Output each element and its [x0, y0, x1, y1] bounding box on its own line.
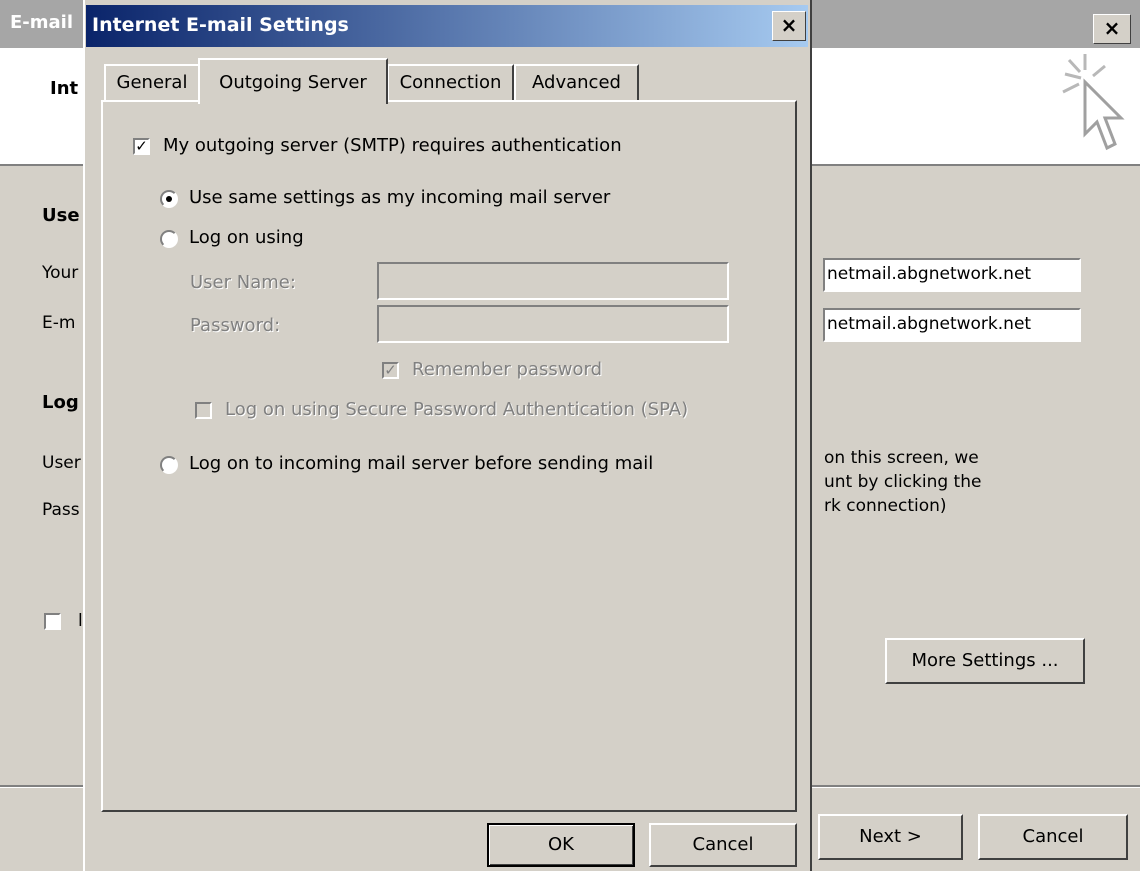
requires-authentication-label: My outgoing server (SMTP) requires authe… — [163, 135, 622, 156]
test-settings-line: on this screen, we — [824, 448, 979, 468]
spa-checkbox[interactable] — [195, 402, 212, 419]
background-checkbox[interactable] — [44, 613, 61, 630]
test-settings-line: unt by clicking the — [824, 472, 982, 492]
your-name-label: Your — [42, 263, 79, 283]
log-on-using-radio[interactable] — [160, 230, 178, 248]
outgoing-server-field[interactable]: netmail.abgnetwork.net — [823, 308, 1081, 342]
test-settings-line: rk connection) — [824, 496, 947, 516]
tab-outgoing-server[interactable]: Outgoing Server — [198, 58, 388, 104]
spa-label: Log on using Secure Password Authenticat… — [225, 399, 689, 420]
remember-password-checkbox[interactable]: ✓ — [382, 362, 399, 379]
password-label: Password: — [190, 315, 281, 336]
user-name-input[interactable] — [377, 262, 729, 300]
requires-authentication-checkbox[interactable]: ✓ — [133, 138, 150, 155]
email-address-label: E-m — [42, 313, 76, 333]
incoming-server-field[interactable]: netmail.abgnetwork.net — [823, 258, 1081, 292]
background-user-name-label: User — [42, 453, 81, 473]
dialog-title: Internet E-mail Settings — [92, 14, 349, 36]
tab-advanced[interactable]: Advanced — [514, 64, 639, 101]
tab-connection[interactable]: Connection — [387, 64, 514, 101]
logon-information-heading: Log — [42, 392, 79, 413]
ok-button[interactable]: OK — [487, 823, 635, 867]
wizard-cursor-icon — [1062, 54, 1125, 151]
tab-general[interactable]: General — [104, 64, 200, 101]
log-on-incoming-first-label: Log on to incoming mail server before se… — [189, 453, 654, 474]
next-button[interactable]: Next > — [818, 814, 963, 860]
log-on-incoming-first-radio[interactable] — [160, 456, 178, 474]
remember-password-label: Remember password — [412, 359, 602, 380]
same-settings-radio[interactable] — [160, 190, 178, 208]
more-settings-button[interactable]: More Settings ... — [885, 638, 1085, 684]
background-password-label: Pass — [42, 500, 80, 520]
same-settings-label: Use same settings as my incoming mail se… — [189, 187, 611, 208]
log-on-using-label: Log on using — [189, 227, 304, 248]
background-close-button[interactable]: × — [1093, 14, 1131, 44]
test-settings-text: on this screen, we unt by clicking the r… — [824, 446, 981, 518]
background-header-title: Int — [50, 78, 79, 99]
background-cancel-button[interactable]: Cancel — [978, 814, 1128, 860]
password-input[interactable] — [377, 305, 729, 343]
user-name-label: User Name: — [190, 272, 296, 293]
background-window-title: E-mail — [10, 12, 74, 33]
dialog-cancel-button[interactable]: Cancel — [649, 823, 797, 867]
user-information-heading: Use — [42, 205, 80, 226]
dialog-close-button[interactable]: × — [772, 11, 806, 41]
